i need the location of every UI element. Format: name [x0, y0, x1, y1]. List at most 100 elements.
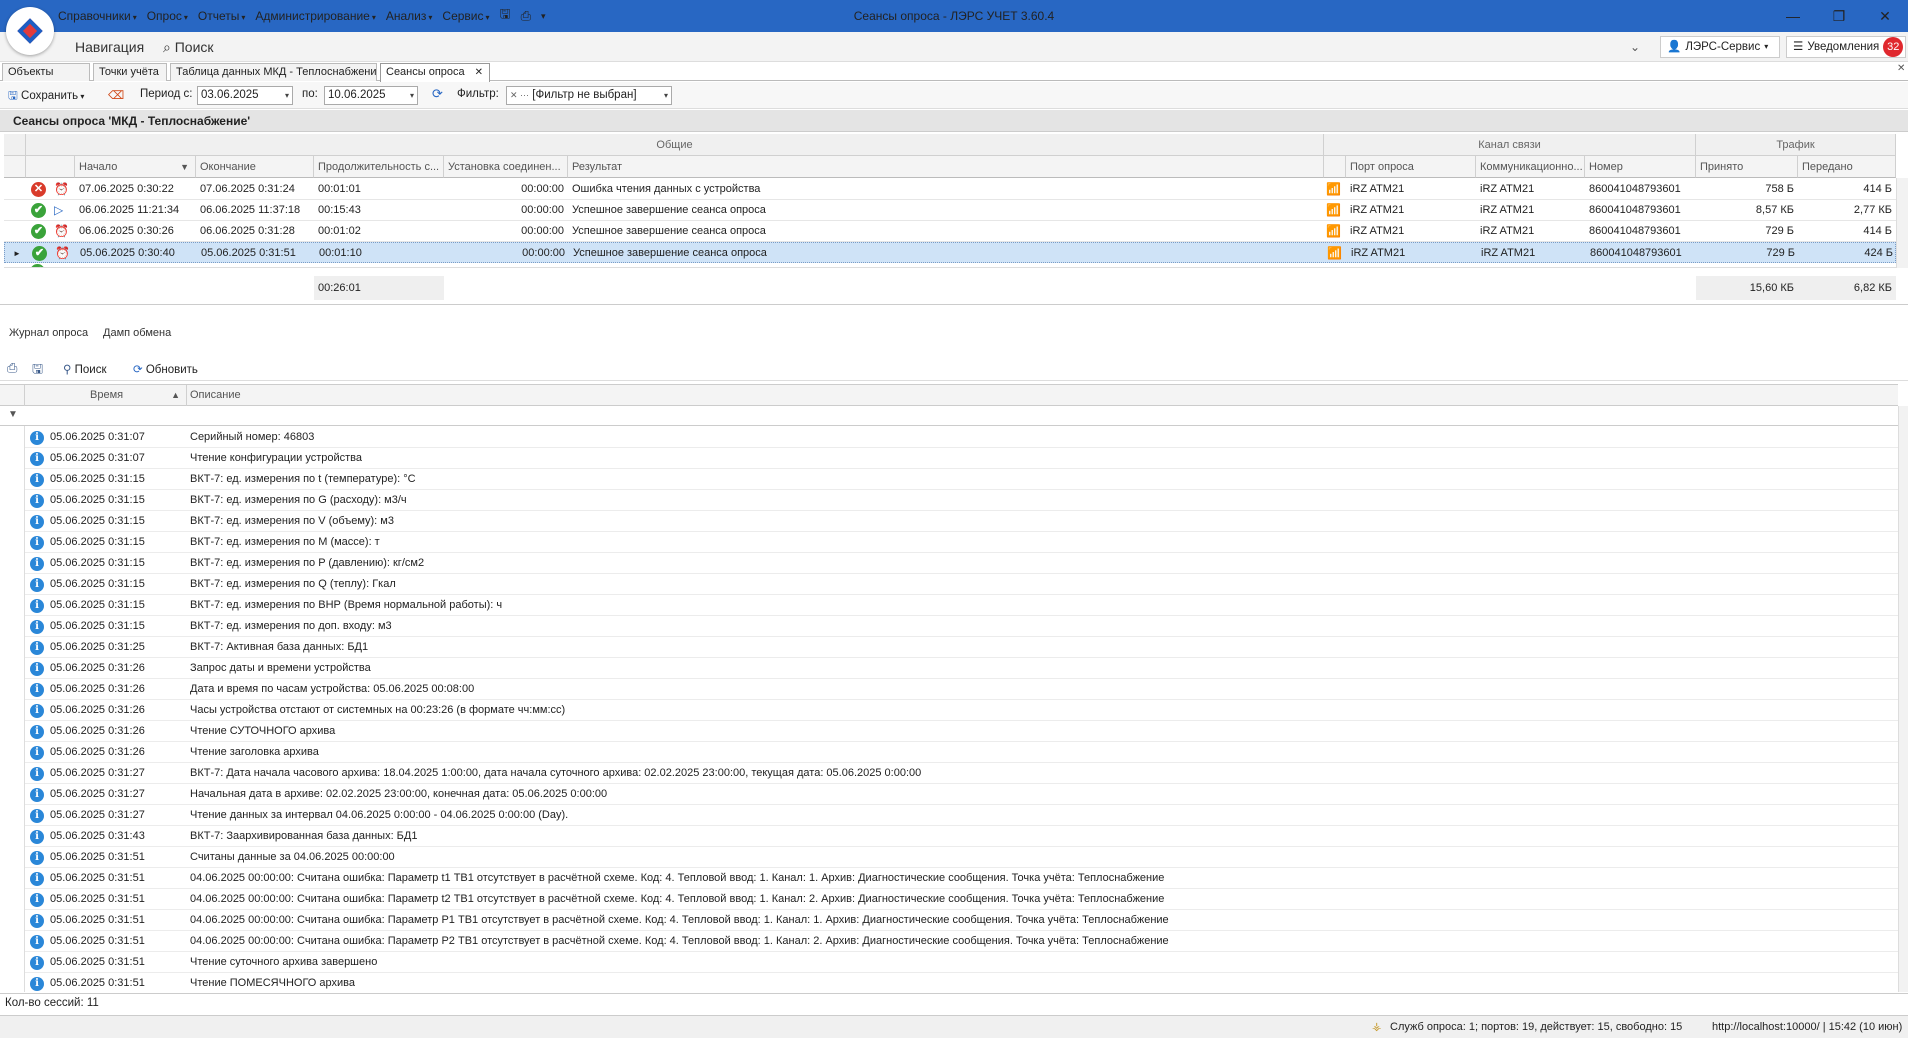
log-description: Серийный номер: 46803 [190, 431, 315, 443]
log-row[interactable]: i 05.06.2025 0:31:15 ВКТ-7: ед. измерения … [25, 469, 1898, 490]
info-icon: i [30, 452, 44, 466]
log-time: 05.06.2025 0:31:51 [50, 977, 145, 989]
antenna-icon: ⚶ [1372, 1021, 1382, 1033]
log-row[interactable]: i 05.06.2025 0:31:51 04.06.2025 00:00:00: … [25, 931, 1898, 952]
log-description: ВКТ-7: Дата начала часового архива: 18.0… [190, 767, 922, 779]
log-description: ВКТ-7: ед. измерения по Q (теплу): Гкал [190, 578, 396, 590]
info-icon: i [30, 788, 44, 802]
log-row[interactable]: i 05.06.2025 0:31:15 ВКТ-7: ед. измерения … [25, 490, 1898, 511]
info-icon: i [30, 893, 44, 907]
log-row[interactable]: i 05.06.2025 0:31:15 ВКТ-7: ед. измерения … [25, 574, 1898, 595]
log-row[interactable]: i 05.06.2025 0:31:25 ВКТ-7: Активная база … [25, 637, 1898, 658]
log-description: 04.06.2025 00:00:00: Считана ошибка: Пар… [190, 914, 1169, 926]
log-row[interactable]: i 05.06.2025 0:31:27 Начальная дата в архи… [25, 784, 1898, 805]
log-row[interactable]: i 05.06.2025 0:31:51 Считаны данные за 04.… [25, 847, 1898, 868]
log-description: ВКТ-7: ед. измерения по t (температуре):… [190, 473, 416, 485]
sessions-count: Кол-во сессий: 11 [0, 993, 1908, 1011]
log-scrollbar[interactable] [1898, 406, 1908, 992]
log-row[interactable]: i 05.06.2025 0:31:15 ВКТ-7: ед. измерения … [25, 532, 1898, 553]
log-row[interactable]: i 05.06.2025 0:31:43 ВКТ-7: Заархивированн… [25, 826, 1898, 847]
log-time: 05.06.2025 0:31:07 [50, 452, 145, 464]
info-icon: i [30, 683, 44, 697]
log-time: 05.06.2025 0:31:15 [50, 536, 145, 548]
info-icon: i [30, 725, 44, 739]
info-icon: i [30, 641, 44, 655]
log-time: 05.06.2025 0:31:27 [50, 809, 145, 821]
log-time: 05.06.2025 0:31:07 [50, 431, 145, 443]
log-time: 05.06.2025 0:31:26 [50, 662, 145, 674]
info-icon: i [30, 977, 44, 991]
log-row[interactable]: i 05.06.2025 0:31:15 ВКТ-7: ед. измерения … [25, 511, 1898, 532]
info-icon: i [30, 746, 44, 760]
info-icon: i [30, 830, 44, 844]
log-time: 05.06.2025 0:31:43 [50, 830, 145, 842]
log-row[interactable]: i 05.06.2025 0:31:26 Чтение заголовка архи… [25, 742, 1898, 763]
log-time: 05.06.2025 0:31:27 [50, 767, 145, 779]
log-description: Чтение СУТОЧНОГО архива [190, 725, 336, 737]
log-description: ВКТ-7: ед. измерения по G (расходу): м3/… [190, 494, 407, 506]
log-time: 05.06.2025 0:31:26 [50, 683, 145, 695]
info-icon: i [30, 536, 44, 550]
log-description: ВКТ-7: ед. измерения по P (давлению): кг… [190, 557, 425, 569]
log-time: 05.06.2025 0:31:15 [50, 473, 145, 485]
close-all-tabs-icon[interactable]: ✕ [1897, 63, 1905, 74]
log-row[interactable]: i 05.06.2025 0:31:27 Чтение данных за инте… [25, 805, 1898, 826]
info-icon: i [30, 956, 44, 970]
log-time: 05.06.2025 0:31:51 [50, 935, 145, 947]
info-icon: i [30, 578, 44, 592]
log-time: 05.06.2025 0:31:51 [50, 914, 145, 926]
log-description: Чтение суточного архива завершено [190, 956, 378, 968]
log-time: 05.06.2025 0:31:15 [50, 557, 145, 569]
log-row[interactable]: i 05.06.2025 0:31:26 Чтение СУТОЧНОГО архи… [25, 721, 1898, 742]
info-icon: i [30, 851, 44, 865]
log-description: Чтение ПОМЕСЯЧНОГО архива [190, 977, 355, 989]
log-time: 05.06.2025 0:31:25 [50, 641, 145, 653]
log-row[interactable]: i 05.06.2025 0:31:51 04.06.2025 00:00:00: … [25, 910, 1898, 931]
log-time: 05.06.2025 0:31:51 [50, 872, 145, 884]
log-row[interactable]: i 05.06.2025 0:31:07 Чтение конфигурации у… [25, 448, 1898, 469]
log-row[interactable]: i 05.06.2025 0:31:15 ВКТ-7: ед. измерения … [25, 553, 1898, 574]
log-description: Чтение заголовка архива [190, 746, 319, 758]
info-icon: i [30, 914, 44, 928]
log-time: 05.06.2025 0:31:27 [50, 788, 145, 800]
log-row[interactable]: i 05.06.2025 0:31:26 Часы устройства отста… [25, 700, 1898, 721]
log-description: Чтение данных за интервал 04.06.2025 0:0… [190, 809, 569, 821]
log-description: Чтение конфигурации устройства [190, 452, 363, 464]
log-time: 05.06.2025 0:31:26 [50, 746, 145, 758]
info-icon: i [30, 662, 44, 676]
info-icon: i [30, 431, 44, 445]
log-row[interactable]: i 05.06.2025 0:31:51 Чтение ПОМЕСЯЧНОГО ар… [25, 973, 1898, 992]
log-row[interactable]: i 05.06.2025 0:31:27 ВКТ-7: Дата начала ча… [25, 763, 1898, 784]
log-description: Считаны данные за 04.06.2025 00:00:00 [190, 851, 395, 863]
log-description: Начальная дата в архиве: 02.02.2025 23:0… [190, 788, 608, 800]
info-icon: i [30, 473, 44, 487]
log-time: 05.06.2025 0:31:15 [50, 599, 145, 611]
log-description: 04.06.2025 00:00:00: Считана ошибка: Пар… [190, 893, 1165, 905]
info-icon: i [30, 809, 44, 823]
log-description: ВКТ-7: Заархивированная база данных: БД1 [190, 830, 418, 842]
info-icon: i [30, 704, 44, 718]
log-row[interactable]: i 05.06.2025 0:31:26 Дата и время по часам… [25, 679, 1898, 700]
log-time: 05.06.2025 0:31:15 [50, 515, 145, 527]
log-row[interactable]: i 05.06.2025 0:31:51 Чтение суточного архи… [25, 952, 1898, 973]
info-icon: i [30, 515, 44, 529]
log-time: 05.06.2025 0:31:51 [50, 956, 145, 968]
log-row[interactable]: i 05.06.2025 0:31:26 Запрос даты и времени… [25, 658, 1898, 679]
log-description: ВКТ-7: ед. измерения по ВНР (Время норма… [190, 599, 503, 611]
app-logo[interactable] [6, 7, 54, 55]
log-row[interactable]: i 05.06.2025 0:31:15 ВКТ-7: ед. измерения … [25, 595, 1898, 616]
log-time: 05.06.2025 0:31:15 [50, 578, 145, 590]
log-description: ВКТ-7: Активная база данных: БД1 [190, 641, 369, 653]
info-icon: i [30, 599, 44, 613]
log-description: ВКТ-7: ед. измерения по М (массе): т [190, 536, 380, 548]
log-row[interactable]: i 05.06.2025 0:31:51 04.06.2025 00:00:00: … [25, 889, 1898, 910]
log-row[interactable]: i 05.06.2025 0:31:07 Серийный номер: 46803 [25, 427, 1898, 448]
log-description: ВКТ-7: ед. измерения по V (объему): м3 [190, 515, 394, 527]
log-description: Часы устройства отстают от системных на … [190, 704, 566, 716]
log-time: 05.06.2025 0:31:26 [50, 704, 145, 716]
app-window: { "window": { "title": "Сеансы опроса - … [0, 0, 1908, 1038]
log-row[interactable]: i 05.06.2025 0:31:15 ВКТ-7: ед. измерения … [25, 616, 1898, 637]
log-time: 05.06.2025 0:31:15 [50, 620, 145, 632]
log-description: ВКТ-7: ед. измерения по доп. входу: м3 [190, 620, 392, 632]
log-row[interactable]: i 05.06.2025 0:31:51 04.06.2025 00:00:00: … [25, 868, 1898, 889]
